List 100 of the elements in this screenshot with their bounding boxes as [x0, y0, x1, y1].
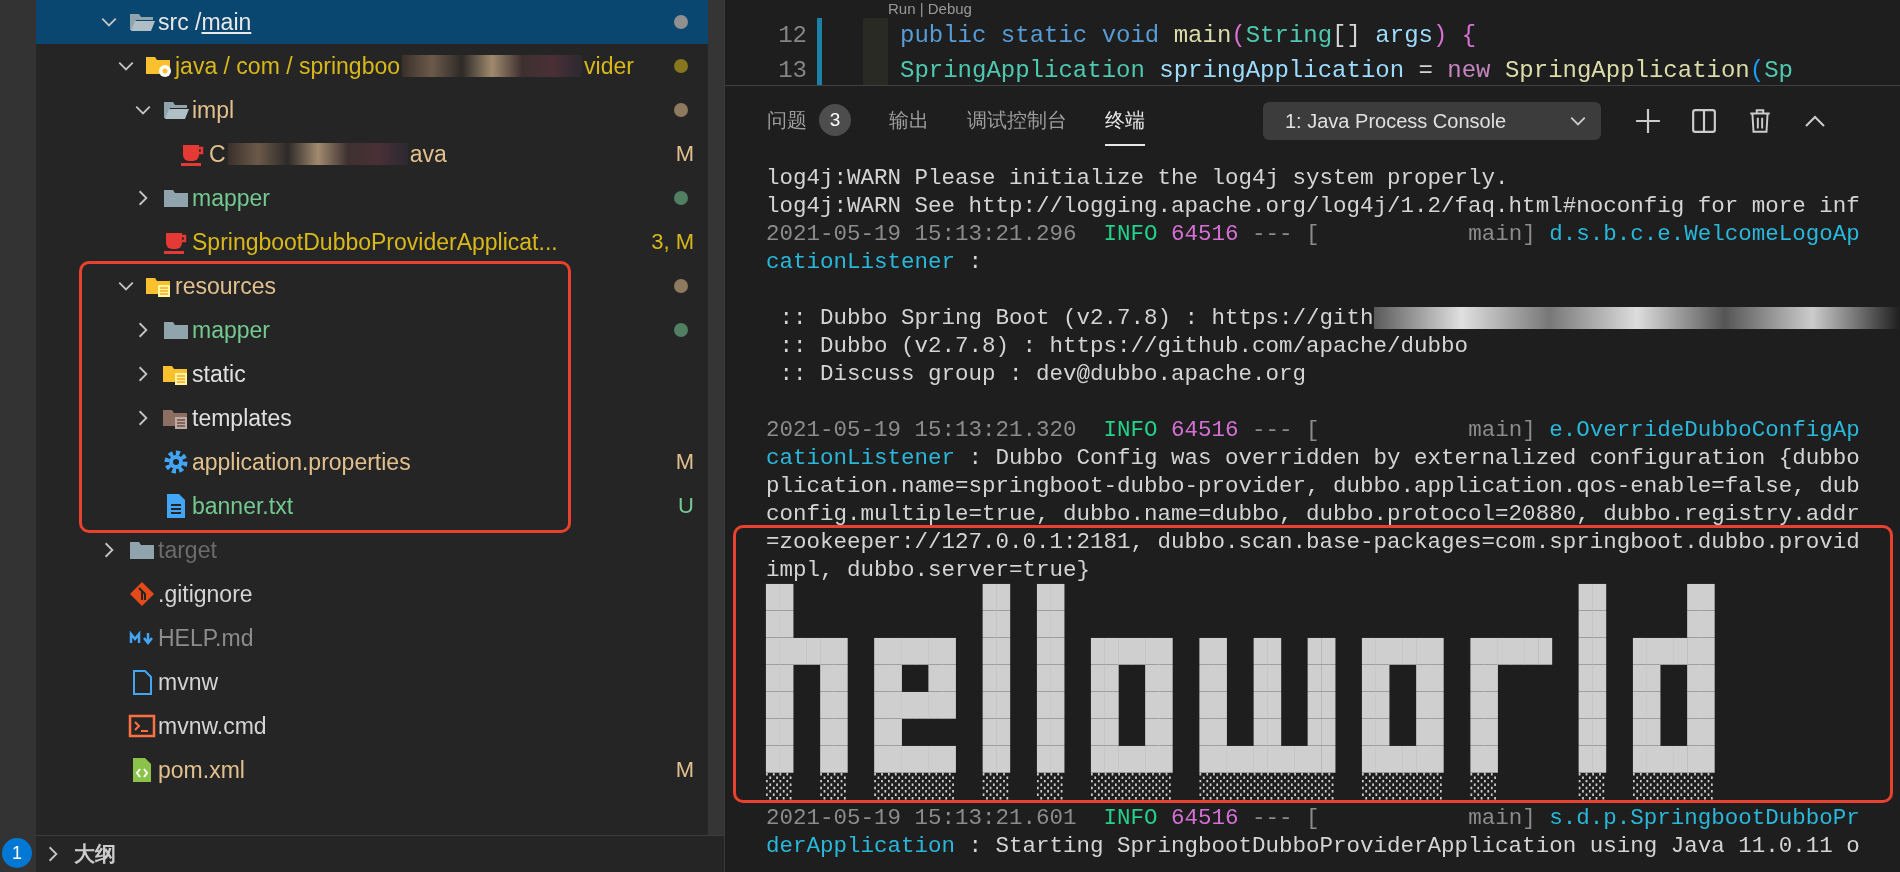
- code-token: new: [1447, 57, 1492, 84]
- file-name: mvnw.cmd: [158, 712, 267, 740]
- terminal-select[interactable]: 1: Java Process Console: [1263, 102, 1601, 140]
- git-icon: [128, 580, 156, 608]
- log-text: :: Discuss group : dev@dubbo.apache.org: [778, 360, 1307, 388]
- gear-icon: [162, 448, 190, 476]
- account-badge[interactable]: 1: [2, 838, 32, 868]
- code-token: Sp: [1764, 57, 1793, 84]
- code-token: {: [1461, 22, 1477, 49]
- code-token: args: [1375, 22, 1433, 49]
- log-text: 64516: [1170, 416, 1239, 444]
- code-token: main: [1173, 22, 1232, 49]
- ascii-art-line: ██████ ██████ ██ ██ ██████ ██ ██ ██ ██████ ██████ ██ ██████: [766, 638, 1715, 665]
- file-name: C: [209, 140, 226, 168]
- log-text: : Dubbo Config was overridden by externalized configuration {dubbo: [967, 444, 1860, 472]
- tree-item[interactable]: mapper: [36, 308, 708, 352]
- code-token: ): [1432, 22, 1449, 49]
- file-name: mvnw: [158, 668, 219, 696]
- tree-item[interactable]: mvnw.cmd: [36, 704, 708, 748]
- file-name: ava: [409, 140, 447, 168]
- file-name: impl: [192, 96, 235, 124]
- tree-item[interactable]: resources: [36, 264, 708, 308]
- git-status: 3, M: [651, 229, 694, 255]
- git-status: M: [675, 141, 694, 167]
- panel-tab[interactable]: 调试控制台: [967, 96, 1067, 146]
- tree-item[interactable]: SpringbootDubboProviderApplicat... 3, M: [36, 220, 708, 264]
- ascii-art-line: ██ ██ ██ ██ ██: [766, 611, 1715, 638]
- ascii-art-line: ██ ██ ██ ██ ██: [766, 584, 1715, 611]
- log-text: cationListener: [766, 444, 956, 472]
- count-badge: 3: [819, 104, 851, 136]
- ascii-art-line: ██ ██ ██████ ██ ██ ██ ██ ██ ██ ██ ██ ██ ██ ██ ██ ██: [766, 692, 1715, 719]
- tree-item[interactable]: static: [36, 352, 708, 396]
- log-text: --- [ main]: [1251, 416, 1536, 444]
- tree-item[interactable]: impl: [36, 88, 708, 132]
- log-text: config.multiple=true, dubbo.name=dubbo, dubbo.protocol=20880, dubbo.registry.addr: [766, 500, 1860, 528]
- log-text: e.OverrideDubboConfigAp: [1548, 416, 1860, 444]
- log-text: 2021-05-19 15:13:21.601: [766, 804, 1078, 832]
- log-text: log4j:WARN See http://logging.apache.org/log4j/1.2/faq.html#noconfig for more inf: [766, 192, 1860, 220]
- tree-item[interactable]: mvnw: [36, 660, 708, 704]
- tree-item[interactable]: HELP.md: [36, 616, 708, 660]
- ascii-art-line: ██ ██ ██ ██ ██ ██ ██ ██ ██ ██ ██ ██ ██ ██ ██ ██: [766, 719, 1715, 746]
- tree-item[interactable]: templates: [36, 396, 708, 440]
- code-token: (: [1749, 57, 1765, 84]
- tree-item[interactable]: java / com / springboo vider: [36, 44, 708, 88]
- tree-item[interactable]: .gitignore: [36, 572, 708, 616]
- codelens[interactable]: Run | Debug: [888, 0, 972, 18]
- file-name: templates: [192, 404, 292, 432]
- file-name: target: [158, 536, 217, 564]
- line-number: 12: [777, 22, 807, 49]
- log-text: :: Dubbo Spring Boot (v2.7.8) : https://gith: [778, 304, 1374, 332]
- code-token: []: [1332, 22, 1362, 49]
- tree-item[interactable]: pom.xml M: [36, 748, 708, 792]
- log-text: s.d.p.SpringbootDubboPr: [1548, 804, 1860, 832]
- tree-item[interactable]: mapper: [36, 176, 708, 220]
- code-token: SpringApplication: [900, 57, 1146, 84]
- panel-tab[interactable]: 问题 3: [767, 94, 851, 148]
- log-text: :: Dubbo (v2.7.8) : https://github.com/apache/dubbo: [778, 332, 1469, 360]
- ascii-art-line: ░░ ░░ ░░░░░░ ░░ ░░ ░░░░░░ ░░░░░░░░░░ ░░░░░░ ░░ ░░ ░░░░░░: [766, 773, 1715, 800]
- file-name: static: [192, 360, 246, 388]
- log-text: INFO: [1103, 220, 1158, 248]
- file-name: pom.xml: [158, 756, 245, 784]
- file-name: .gitignore: [158, 580, 253, 608]
- code-token: springApplication: [1159, 57, 1406, 84]
- outline-header[interactable]: 大纲: [36, 835, 724, 872]
- tree-item[interactable]: application.properties M: [36, 440, 708, 484]
- tree-item[interactable]: src /main: [36, 0, 708, 44]
- tree-item[interactable]: banner.txt U: [36, 484, 708, 528]
- file-name: HELP.md: [158, 624, 254, 652]
- log-text: log4j:WARN Please initialize the log4j system properly.: [766, 164, 1509, 192]
- log-text: --- [ main]: [1251, 804, 1536, 832]
- file-name: main: [201, 8, 252, 36]
- log-text: 2021-05-19 15:13:21.296: [766, 220, 1078, 248]
- panel-tab[interactable]: 终端: [1105, 96, 1145, 146]
- log-text: derApplication: [766, 832, 956, 860]
- file-name: application.properties: [192, 448, 411, 476]
- git-status: M: [675, 449, 694, 475]
- ascii-art-line: ██ ██ ██ ██ ██ ██ ██ ██ ██ ██ ██ ██ ██ ██ ██ ██ ██: [766, 665, 1715, 692]
- plus-icon[interactable]: [1635, 108, 1661, 134]
- git-status: U: [678, 493, 694, 519]
- log-text: --- [ main]: [1251, 220, 1536, 248]
- code-token: void: [1101, 22, 1161, 49]
- code-token: =: [1418, 57, 1434, 84]
- code-token: public: [900, 22, 988, 49]
- log-text: d.s.b.c.e.WelcomeLogoAp: [1548, 220, 1860, 248]
- file-name: resources: [175, 272, 276, 300]
- log-text: INFO: [1103, 416, 1158, 444]
- log-text: =zookeeper://127.0.0.1:2181, dubbo.scan.base-packages=com.springboot.dubbo.provid: [766, 528, 1860, 556]
- tree-item[interactable]: C ava M: [36, 132, 708, 176]
- scrollbar[interactable]: [708, 0, 724, 835]
- line-number: 13: [777, 57, 807, 84]
- terminal-icon: [128, 712, 156, 740]
- panel-tab[interactable]: 输出: [889, 96, 929, 146]
- file-name: mapper: [192, 316, 270, 344]
- log-text: 64516: [1170, 220, 1239, 248]
- section-title: 大纲: [74, 841, 116, 867]
- code-token: SpringApplication: [1504, 57, 1750, 84]
- log-text: :: [967, 248, 983, 276]
- trash-icon[interactable]: [1747, 108, 1773, 134]
- split-icon[interactable]: [1691, 108, 1717, 134]
- log-text: plication.name=springboot-dubbo-provider, dubbo.application.qos-enable=false, dub: [766, 472, 1860, 500]
